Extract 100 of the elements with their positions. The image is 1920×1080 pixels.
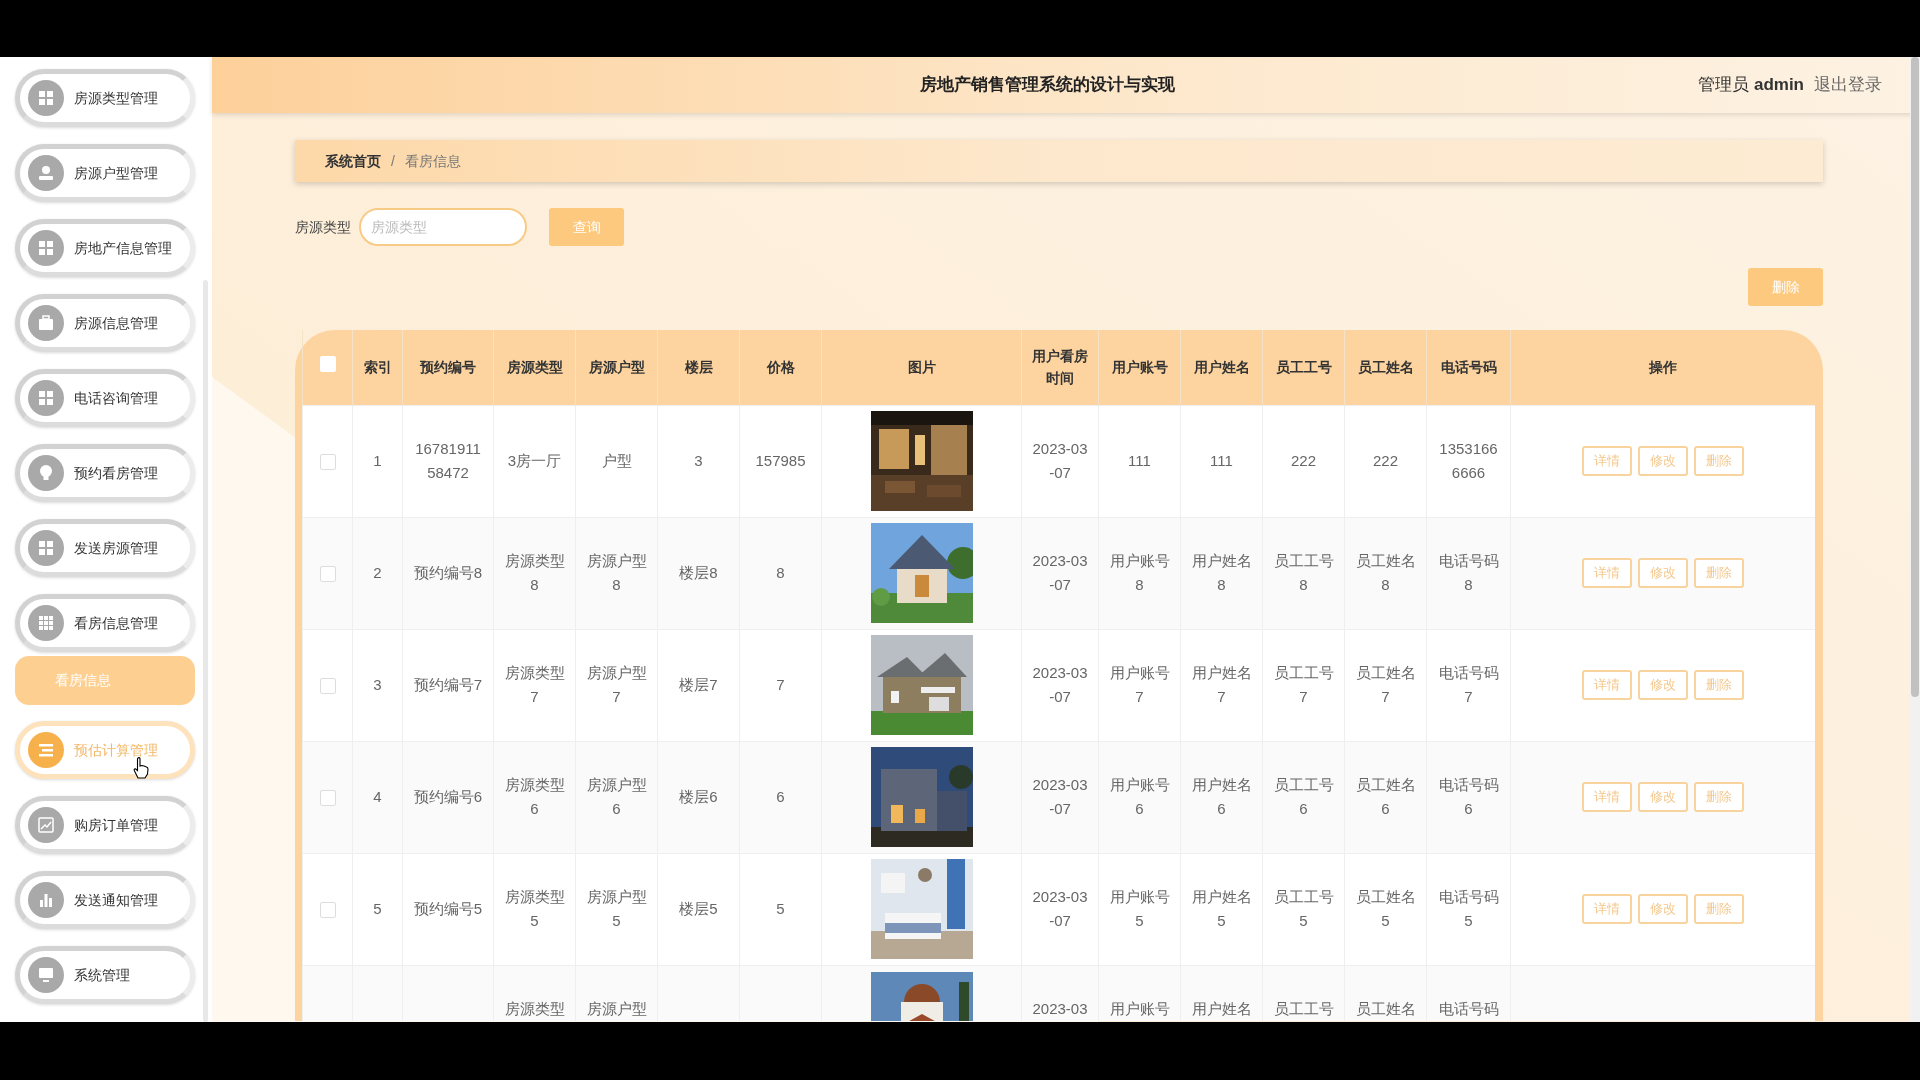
checkbox[interactable] [319, 790, 336, 807]
details-button[interactable]: 详情 [1582, 782, 1632, 812]
table-cell-text: 预约编号6 [413, 788, 483, 805]
table-cell-text: 员工工号7 [1273, 664, 1334, 705]
table-cell-text: 电话号码6 [1438, 776, 1499, 817]
table-cell-text: 员工姓名5 [1355, 888, 1416, 929]
sidebar-item[interactable]: 发送通知管理 [15, 871, 195, 929]
table-cell-text: 111 [1128, 452, 1151, 469]
sidebar-item[interactable]: 看房信息管理 [15, 594, 195, 652]
details-button[interactable]: 详情 [1582, 446, 1632, 476]
edit-button[interactable]: 修改 [1638, 446, 1688, 476]
table-cell-text: 电话号码8 [1438, 552, 1499, 593]
breadcrumb-link[interactable]: 看房信息 [404, 150, 461, 172]
table-cell-text: 2 [373, 564, 382, 581]
table-cell-text: 楼层7 [679, 676, 718, 693]
sidebar-item[interactable]: 预约看房管理 [15, 444, 195, 502]
scrollbar[interactable] [1910, 57, 1920, 1022]
delete-button[interactable]: 删除 [1694, 894, 1744, 924]
search-field[interactable]: 房源类型 [359, 208, 527, 246]
app-title: 房地产销售管理系统的设计与实现 [919, 74, 1175, 97]
table-cell-text: 5 [373, 900, 382, 917]
scrollbar-thumb[interactable] [1911, 57, 1919, 697]
checkbox[interactable] [319, 454, 336, 471]
table-cell-text: 房源类型6 [504, 776, 565, 817]
hand-cursor-icon [133, 757, 149, 779]
table-cell-text: 员工工号8 [1273, 552, 1334, 593]
table-cell-text: 157985 [755, 452, 806, 469]
table-cell-text: 7 [776, 676, 785, 693]
table-cell-text: 1678191158472 [415, 440, 481, 481]
checkbox[interactable] [319, 902, 336, 919]
table-cell-text: 员工姓名 [1355, 999, 1416, 1017]
grid-icon [37, 89, 55, 107]
table-cell-text: 员工工号 [1273, 999, 1334, 1017]
user-icon [37, 164, 55, 182]
sidebar-item[interactable]: 发送房源管理 [15, 519, 195, 577]
list-icon [37, 741, 55, 759]
details-button[interactable]: 详情 [1582, 558, 1632, 588]
sidebar-item[interactable]: 房源类型管理 [15, 69, 195, 127]
details-button[interactable]: 详情 [1582, 670, 1632, 700]
sidebar-item[interactable]: 房地产信息管理 [15, 219, 195, 277]
table-cell-text: 用户姓名 [1191, 999, 1252, 1017]
user-label: 管理员 admin [1698, 74, 1804, 97]
table-cell-text: 用户账号5 [1109, 888, 1170, 929]
table-cell-text: 2023-03-07 [1032, 776, 1088, 817]
sidebar-item[interactable]: 房源信息管理 [15, 294, 195, 352]
table-cell-text: 电话号码7 [1438, 664, 1499, 705]
table-cell-text: 用户账号 [1109, 999, 1170, 1017]
search-label: 房源类型 [295, 217, 351, 237]
delete-button[interactable]: 删除 [1748, 268, 1823, 306]
table-cell-text: 用户账号7 [1109, 664, 1170, 705]
sidebar-item[interactable]: 预估计算管理 [15, 721, 195, 779]
table-cell-text: 电话号码 [1438, 999, 1499, 1017]
delete-button[interactable]: 删除 [1694, 670, 1744, 700]
table-cell-text: 3 [373, 676, 382, 693]
table-cell-text: 3 [694, 452, 703, 469]
table-cell-text: 房源类型8 [504, 552, 565, 593]
table-cell-text: 楼层5 [679, 900, 718, 917]
lightbulb-icon [37, 464, 55, 482]
monitor-icon [37, 966, 55, 984]
sidebar-item[interactable]: 系统管理 [15, 946, 195, 1004]
edit-button[interactable]: 修改 [1638, 558, 1688, 588]
table-cell-text: 用户账号6 [1109, 776, 1170, 817]
table-cell-text: 预约编号5 [413, 900, 483, 917]
edit-button[interactable]: 修改 [1638, 670, 1688, 700]
breadcrumb-link[interactable]: 系统首页 [325, 150, 381, 172]
table-cell-text: 员工姓名8 [1355, 552, 1416, 593]
sidebar-item[interactable]: 房源户型管理 [15, 144, 195, 202]
scrollbar[interactable] [203, 280, 208, 1022]
table-cell-text: 员工工号6 [1273, 776, 1334, 817]
search-button[interactable]: 查询 [549, 208, 624, 246]
table-cell-text: 房源类型7 [504, 664, 565, 705]
table-cell-text: 楼层6 [679, 788, 718, 805]
checkbox[interactable] [319, 356, 336, 373]
table-cell-text: 222 [1373, 452, 1398, 469]
logout-link[interactable]: 退出登录 [1814, 72, 1882, 98]
details-button[interactable]: 详情 [1582, 894, 1632, 924]
table-cell-text: 预约编号8 [413, 564, 483, 581]
line-chart-icon [37, 816, 55, 834]
table-cell-text: 用户账号8 [1109, 552, 1170, 593]
table-cell-text: 2023-03 [1032, 999, 1088, 1017]
edit-button[interactable]: 修改 [1638, 894, 1688, 924]
table-cell-text: 房源类型5 [504, 888, 565, 929]
edit-button[interactable]: 修改 [1638, 782, 1688, 812]
table-cell-text: 13531666666 [1439, 440, 1498, 481]
delete-button[interactable]: 删除 [1694, 446, 1744, 476]
checkbox[interactable] [319, 566, 336, 583]
table-cell-text: 3房一厅 [507, 452, 562, 469]
sidebar-item[interactable]: 电话咨询管理 [15, 369, 195, 427]
table-cell-text: 2023-03-07 [1032, 552, 1088, 593]
sidebar-item[interactable]: 购房订单管理 [15, 796, 195, 854]
delete-button[interactable]: 删除 [1694, 558, 1744, 588]
sidebar-subitem[interactable]: 看房信息 [15, 656, 195, 705]
table-cell-text: 用户姓名8 [1191, 552, 1252, 593]
bar-chart-icon [37, 891, 55, 909]
table-cell-text: 员工姓名7 [1355, 664, 1416, 705]
checkbox[interactable] [319, 678, 336, 695]
table-cell-text: 222 [1291, 452, 1316, 469]
delete-button[interactable]: 删除 [1694, 782, 1744, 812]
grid-icon [37, 239, 55, 257]
briefcase-icon [37, 314, 55, 332]
